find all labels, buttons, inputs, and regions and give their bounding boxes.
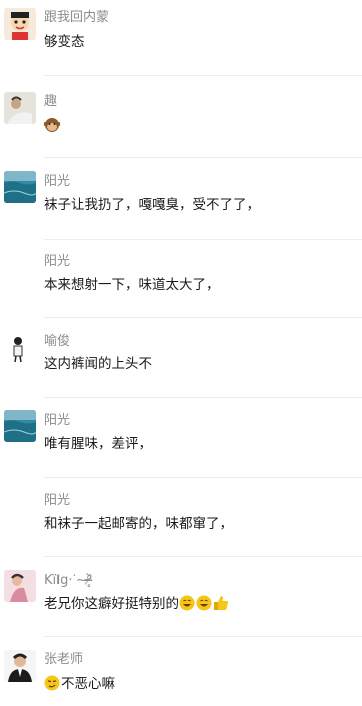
comment-text: 够变态 [44,34,85,50]
cartoon-boy-avatar-icon [4,8,36,40]
commenter-name[interactable]: 跟我回内蒙 [44,10,109,26]
divider [44,317,362,318]
sea-landscape-avatar-icon [4,171,36,203]
comment-text: 唯有腥味，差评， [44,436,152,452]
sea-landscape-avatar-icon [4,410,36,442]
commenter-name[interactable]: 张老师 [44,652,83,668]
comment-text: 袜子让我扔了，嘎嘎臭，受不了了， [44,197,260,213]
user-avatar[interactable] [4,570,36,602]
user-avatar[interactable] [4,650,36,682]
comment-text: 本来想射一下，味道太大了， [44,277,220,293]
divider [44,636,362,637]
commenter-name[interactable]: Kï𝐈g·ᐝ~ᵒ̴̶̷̥᷅ [44,573,92,589]
user-avatar[interactable] [4,92,36,124]
commenter-name[interactable]: 阳光 [44,174,70,190]
grinning-face-emoji-icon [196,595,212,611]
divider [44,556,362,557]
divider [44,75,362,76]
commenter-name[interactable]: 阳光 [44,493,70,509]
man-in-suit-avatar-icon [4,650,36,682]
user-avatar[interactable] [4,171,36,203]
divider [44,397,362,398]
smirk-face-emoji-icon [44,675,60,691]
figure-sketch-avatar-icon [4,331,36,363]
grinning-face-emoji-icon [179,595,195,611]
user-avatar[interactable] [4,410,36,442]
comment-text: 老兄你这癖好挺特别的 [44,595,230,613]
divider [44,239,362,240]
monkey-face-emoji-icon [43,117,61,133]
comment-text: 不恶心嘛 [44,675,115,693]
comment-text: 和袜子一起邮寄的，味都窜了， [44,516,233,532]
comment-text-content: 不恶心嘛 [61,676,115,692]
pink-figure-avatar-icon [4,570,36,602]
comment-text: 这内裤闻的上头不 [44,356,152,372]
person-lying-avatar-icon [4,92,36,124]
commenter-name[interactable]: 趣 [44,94,57,110]
comment-text [43,117,61,135]
commenter-name[interactable]: 阳光 [44,413,70,429]
user-avatar[interactable] [4,8,36,40]
divider [44,477,362,478]
commenter-name[interactable]: 阳光 [44,254,70,270]
comment-text-content: 老兄你这癖好挺特别的 [44,596,179,612]
user-avatar[interactable] [4,331,36,363]
commenter-name[interactable]: 喻俊 [44,334,70,350]
divider [44,157,362,158]
thumbs-up-emoji-icon [213,595,229,611]
